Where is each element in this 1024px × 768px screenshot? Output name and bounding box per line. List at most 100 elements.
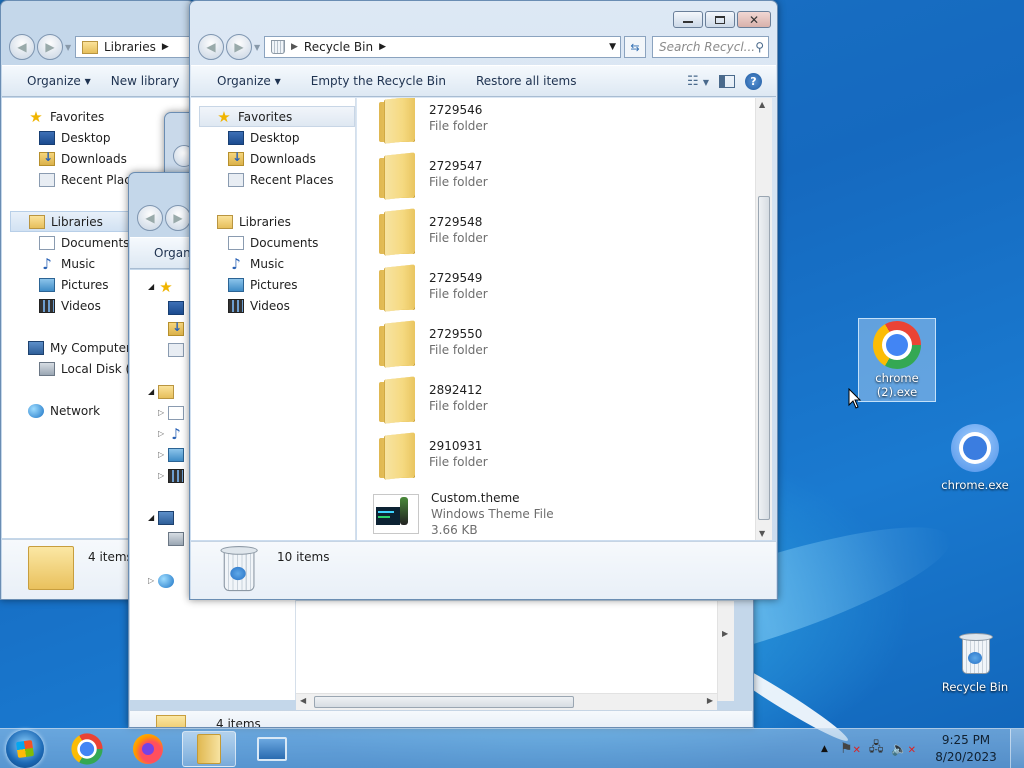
documents-icon — [39, 235, 55, 250]
organize-button[interactable]: Organize ▼ — [17, 69, 101, 93]
expand-arrow-icon[interactable]: ▷ — [158, 471, 168, 480]
empty-recycle-bin-button[interactable]: Empty the Recycle Bin — [301, 69, 456, 93]
file-item[interactable]: 2729547 File folder — [377, 154, 488, 204]
back-button[interactable]: ◀ — [198, 34, 224, 60]
nav-recent-places[interactable]: Recent Places — [191, 169, 355, 190]
file-item[interactable]: 2729549 File folder — [377, 266, 488, 316]
file-size: 3.66 KB — [431, 523, 478, 537]
documents-icon — [228, 235, 244, 250]
forward-button[interactable]: ▶ — [37, 34, 63, 60]
computer-icon — [158, 510, 174, 525]
nav-desktop[interactable]: Desktop — [191, 127, 355, 148]
collapse-arrow-icon[interactable]: ◢ — [148, 513, 158, 522]
recent-pages-dropdown[interactable]: ▼ — [65, 43, 75, 52]
folder-icon — [156, 715, 186, 727]
preview-pane-button[interactable] — [719, 74, 735, 88]
breadcrumb-arrow-icon[interactable]: ▶ — [291, 42, 298, 52]
network-status-icon[interactable]: 🖧 — [869, 738, 884, 760]
recycle-bin-window[interactable]: ✕ ◀ ▶ ▼ ▶ Recycle Bin ▶ ▼ ⇆ Search Recyc… — [189, 0, 778, 600]
address-bar[interactable]: Libraries ▶ — [75, 36, 194, 58]
expand-arrow-icon[interactable]: ▷ — [158, 450, 168, 459]
forward-button[interactable]: ▶ — [165, 205, 191, 231]
back-button[interactable]: ◀ — [9, 34, 35, 60]
organize-button[interactable]: Organize ▼ — [207, 69, 291, 93]
file-item[interactable]: 2729550 File folder — [377, 322, 488, 372]
scroll-thumb[interactable] — [758, 196, 770, 520]
nav-pictures[interactable]: Pictures — [191, 274, 355, 295]
theme-file-icon — [373, 494, 419, 534]
back-button[interactable]: ◀ — [137, 205, 163, 231]
forward-button[interactable]: ▶ — [226, 34, 252, 60]
scroll-right-arrow-icon[interactable]: ▶ — [707, 696, 713, 705]
scroll-down-arrow-icon[interactable]: ▼ — [759, 529, 765, 538]
nav-videos[interactable]: Videos — [191, 295, 355, 316]
volume-muted-icon[interactable]: 🔈✕ — [891, 742, 916, 757]
system-tray: ▲ ⚑✕ 🖧 🔈✕ 9:25 PM 8/20/2023 — [821, 729, 1024, 768]
file-item[interactable]: 2729548 File folder — [377, 210, 488, 260]
breadcrumb-arrow-icon[interactable]: ▶ — [162, 42, 169, 52]
nav-libraries[interactable]: Libraries — [191, 211, 355, 232]
star-icon: ★ — [29, 107, 43, 126]
address-text: Libraries — [104, 40, 156, 54]
horizontal-scrollbar[interactable]: ◀ ▶ — [296, 693, 717, 710]
file-type: Windows Theme File — [431, 507, 554, 521]
search-input[interactable]: Search Recycl... ⚲ — [652, 36, 769, 58]
help-button[interactable]: ? — [745, 72, 762, 90]
scroll-left-arrow-icon[interactable]: ◀ — [300, 696, 306, 705]
vertical-scrollbar[interactable]: ▲ ▼ — [755, 98, 772, 540]
view-options-button[interactable]: ☷ ▼ — [687, 74, 709, 89]
taskbar-explorer[interactable] — [182, 731, 236, 767]
show-desktop-button[interactable] — [1010, 729, 1024, 768]
nav-documents[interactable]: Documents — [191, 232, 355, 253]
vertical-scrollbar[interactable]: ▶ — [717, 601, 734, 701]
navigation-pane: ★Favorites Desktop Downloads Recent Plac… — [191, 98, 356, 540]
file-name: 2729549 — [429, 271, 483, 285]
expand-arrow-icon[interactable]: ▷ — [148, 576, 158, 585]
file-list: 2729546 File folder 2729547 File folder 27… — [357, 98, 755, 540]
address-bar[interactable]: ▶ Recycle Bin ▶ ▼ — [264, 36, 621, 58]
desktop-icon-chrome-2[interactable]: chrome (2).exe — [858, 318, 936, 402]
maximize-button[interactable] — [705, 11, 735, 28]
scroll-right-arrow-icon[interactable]: ▶ — [722, 629, 728, 638]
file-item[interactable]: 2729546 File folder — [377, 98, 488, 148]
search-icon: ⚲ — [755, 40, 764, 54]
network-icon — [158, 573, 174, 588]
scroll-thumb[interactable] — [314, 696, 574, 708]
scroll-up-arrow-icon[interactable]: ▲ — [759, 100, 765, 109]
restore-all-items-button[interactable]: Restore all items — [466, 69, 587, 93]
nav-downloads[interactable]: Downloads — [191, 148, 355, 169]
desktop-icon-recycle-bin[interactable]: Recycle Bin — [936, 632, 1014, 694]
taskbar-firefox[interactable] — [121, 731, 175, 767]
computer-icon — [28, 340, 44, 355]
show-hidden-icons-button[interactable]: ▲ — [821, 744, 828, 754]
minimize-button[interactable] — [673, 11, 703, 28]
collapse-arrow-icon[interactable]: ◢ — [148, 282, 158, 291]
address-dropdown-icon[interactable]: ▼ — [609, 42, 616, 52]
start-button[interactable] — [6, 729, 44, 768]
desktop-icon-chrome[interactable]: chrome.exe — [936, 424, 1014, 492]
breadcrumb-arrow-icon[interactable]: ▶ — [379, 42, 386, 52]
nav-music[interactable]: ♪ Music — [191, 253, 355, 274]
taskbar-chrome[interactable] — [60, 731, 114, 767]
nav-favorites[interactable]: ★ Favorites — [199, 106, 355, 127]
clock[interactable]: 9:25 PM 8/20/2023 — [922, 732, 1010, 766]
expand-arrow-icon[interactable]: ▷ — [158, 429, 168, 438]
file-item[interactable]: Custom.theme Windows Theme File 3.66 KB — [373, 490, 554, 540]
desktop-icon — [168, 300, 184, 315]
file-item[interactable]: 2910931 File folder — [377, 434, 488, 484]
file-item[interactable]: 2892412 File folder — [377, 378, 488, 428]
recent-pages-dropdown[interactable]: ▼ — [254, 43, 264, 52]
pictures-icon — [39, 277, 55, 292]
folder-icon — [377, 434, 417, 478]
collapse-arrow-icon[interactable]: ◢ — [148, 387, 158, 396]
close-button[interactable]: ✕ — [737, 11, 771, 28]
item-count: 4 items — [216, 717, 261, 728]
chevron-down-icon: ▼ — [84, 76, 91, 86]
refresh-button[interactable]: ⇆ — [624, 36, 646, 58]
expand-arrow-icon[interactable]: ▷ — [158, 408, 168, 417]
desktop-icon — [39, 130, 55, 145]
network-icon — [28, 403, 44, 418]
action-center-icon[interactable]: ⚑✕ — [840, 741, 861, 757]
taskbar-remote-desktop[interactable] — [245, 731, 299, 767]
new-library-button[interactable]: New library — [101, 69, 190, 93]
